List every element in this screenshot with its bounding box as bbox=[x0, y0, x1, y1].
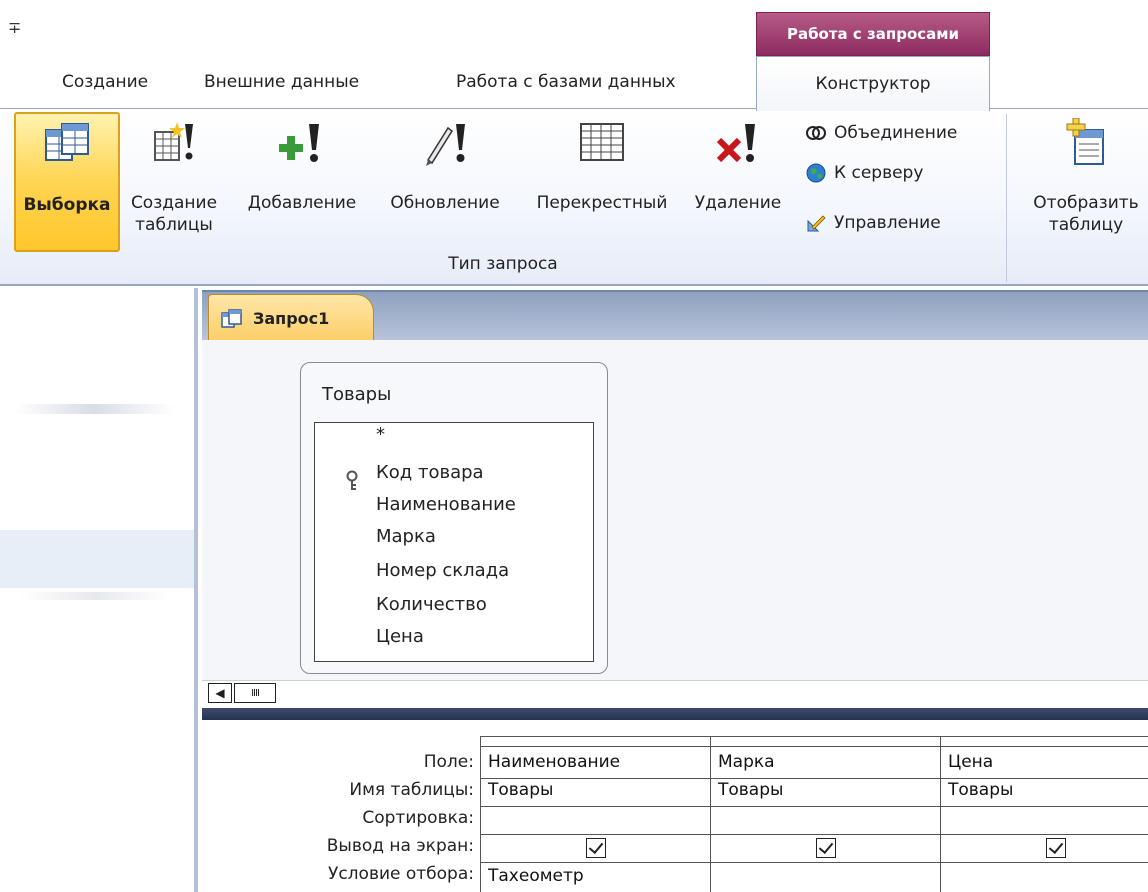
field-list[interactable] bbox=[314, 422, 594, 662]
table-field-list-title: Товары bbox=[322, 384, 392, 405]
contextual-tab-header: Работа с запросами bbox=[756, 12, 990, 56]
field-warehouse-number[interactable]: Номер склада bbox=[376, 560, 509, 581]
globe-icon bbox=[806, 163, 826, 183]
crosstab-icon bbox=[580, 123, 624, 161]
grid-line bbox=[940, 736, 941, 892]
field-product-code[interactable]: Код товара bbox=[376, 462, 484, 483]
select-query-icon bbox=[45, 123, 89, 161]
grid-cell-field[interactable]: Марка bbox=[718, 752, 775, 772]
show-table-label: Отобразить таблицу bbox=[1033, 193, 1139, 235]
update-query-label: Обновление bbox=[390, 193, 500, 213]
scroll-left-arrow-icon[interactable]: ◀ bbox=[208, 683, 232, 703]
append-query-label: Добавление bbox=[247, 193, 357, 213]
union-rings-icon bbox=[806, 126, 826, 140]
pass-through-label: К серверу bbox=[834, 163, 924, 183]
grid-line bbox=[480, 746, 1148, 747]
grid-cell-table[interactable]: Товары bbox=[488, 780, 553, 800]
show-table-icon bbox=[1066, 118, 1104, 165]
grid-cell-table[interactable]: Товары bbox=[948, 780, 1013, 800]
make-table-icon bbox=[154, 122, 193, 161]
grid-cell-criteria[interactable]: Тахеометр bbox=[488, 866, 584, 886]
crosstab-query-button[interactable]: Перекрестный bbox=[524, 112, 680, 252]
field-name[interactable]: Наименование bbox=[376, 494, 516, 515]
field-price[interactable]: Цена bbox=[376, 626, 424, 647]
nav-pane-blur bbox=[14, 404, 174, 414]
make-table-query-label: Создание таблицы bbox=[130, 193, 218, 235]
pass-through-button[interactable]: К серверу bbox=[806, 158, 923, 188]
tab-external-data[interactable]: Внешние данные bbox=[204, 72, 359, 92]
field-brand[interactable]: Марка bbox=[376, 526, 436, 547]
grid-line bbox=[480, 862, 1148, 863]
update-query-button[interactable]: Обновление bbox=[380, 112, 510, 252]
primary-key-icon bbox=[346, 470, 358, 490]
show-table-button[interactable]: Отобразить таблицу bbox=[1016, 112, 1148, 252]
ribbon-group-separator bbox=[1006, 114, 1007, 282]
grid-line bbox=[480, 736, 1148, 737]
field-all-columns[interactable]: * bbox=[376, 424, 385, 445]
select-query-label: Выборка bbox=[23, 195, 111, 215]
tab-database-tools[interactable]: Работа с базами данных bbox=[456, 72, 676, 92]
crosstab-query-label: Перекрестный bbox=[536, 193, 668, 213]
field-quantity[interactable]: Количество bbox=[376, 594, 487, 615]
data-definition-button[interactable]: Управление bbox=[806, 208, 941, 238]
navigation-pane[interactable] bbox=[0, 288, 198, 892]
query-document-tab[interactable]: Запрос1 bbox=[208, 294, 374, 342]
update-pencil-icon bbox=[426, 124, 465, 166]
grid-line bbox=[480, 834, 1148, 835]
grid-cell-field[interactable]: Наименование bbox=[488, 752, 620, 772]
append-query-button[interactable]: Добавление bbox=[234, 112, 370, 252]
row-label-table: Имя таблицы: bbox=[349, 780, 474, 800]
query-document-tab-label: Запрос1 bbox=[253, 309, 330, 328]
tab-design[interactable]: Конструктор bbox=[756, 56, 990, 111]
grid-cell-field[interactable]: Цена bbox=[948, 752, 993, 772]
grid-line bbox=[710, 736, 711, 892]
scroll-thumb[interactable]: IIII bbox=[234, 683, 276, 703]
grid-line bbox=[480, 778, 1148, 779]
union-query-button[interactable]: Объединение bbox=[806, 118, 957, 148]
design-horizontal-scrollbar[interactable] bbox=[202, 680, 1148, 706]
select-query-button[interactable]: Выборка bbox=[14, 112, 120, 252]
data-definition-label: Управление bbox=[834, 213, 941, 233]
triangle-ruler-icon bbox=[807, 215, 826, 232]
row-label-show: Вывод на экран: bbox=[326, 836, 474, 856]
nav-pane-selected-item[interactable] bbox=[0, 530, 194, 588]
pane-splitter[interactable] bbox=[202, 708, 1148, 720]
delete-query-button[interactable]: Удаление bbox=[690, 112, 786, 252]
nav-pane-blur bbox=[20, 592, 170, 600]
show-checkbox[interactable] bbox=[1046, 838, 1066, 858]
delete-x-icon bbox=[716, 124, 755, 163]
union-query-label: Объединение bbox=[834, 123, 958, 143]
tab-create[interactable]: Создание bbox=[62, 72, 148, 92]
make-table-query-button[interactable]: Создание таблицы bbox=[126, 112, 222, 252]
append-icon bbox=[279, 124, 319, 162]
row-label-sort: Сортировка: bbox=[362, 808, 474, 828]
grid-cell-table[interactable]: Товары bbox=[718, 780, 783, 800]
delete-query-label: Удаление bbox=[694, 193, 782, 213]
row-label-field: Поле: bbox=[423, 752, 474, 772]
quick-access-dropdown-icon[interactable]: ∓ bbox=[8, 18, 21, 37]
show-checkbox[interactable] bbox=[586, 838, 606, 858]
show-checkbox[interactable] bbox=[816, 838, 836, 858]
grid-line bbox=[480, 806, 1148, 807]
query-type-group-label: Тип запроса bbox=[448, 254, 558, 274]
query-icon bbox=[221, 308, 242, 328]
grid-line bbox=[480, 736, 481, 892]
row-label-criteria: Условие отбора: bbox=[327, 864, 474, 884]
